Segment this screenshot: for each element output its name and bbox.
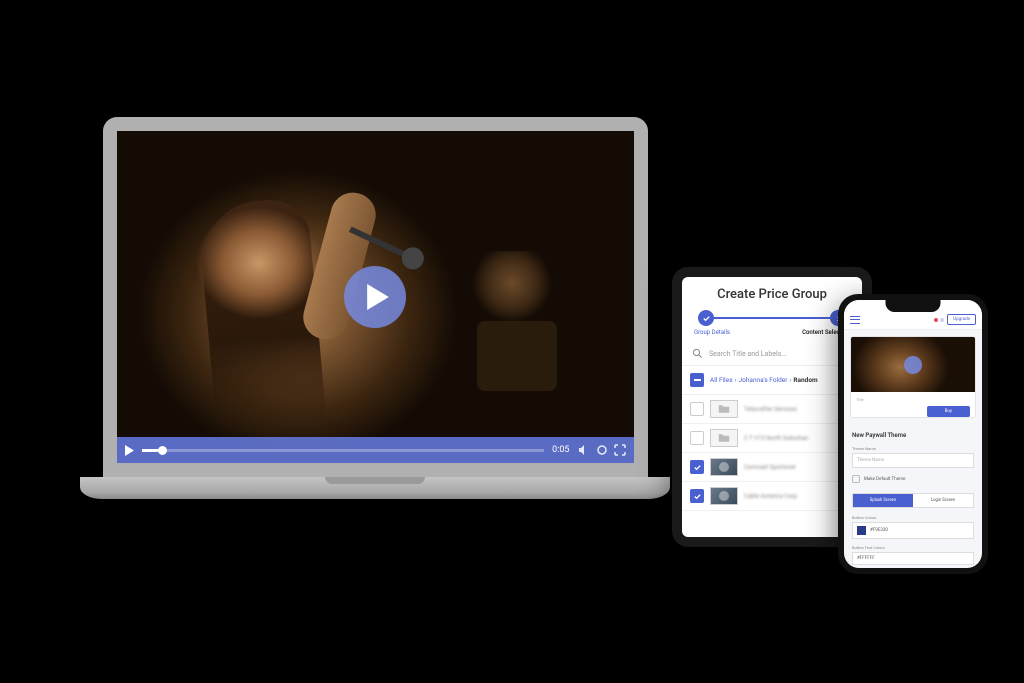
phone-notch: [886, 300, 941, 312]
colour-value: #F9E330: [870, 528, 888, 533]
search-placeholder: Search Title and Labels...: [709, 350, 787, 358]
progress-bar[interactable]: [142, 449, 545, 452]
make-default-checkbox[interactable]: [852, 475, 860, 483]
row-label: Comcast Sportsnet: [744, 464, 796, 471]
row-checkbox[interactable]: [690, 402, 704, 416]
breadcrumb-row: All Files › Johanna's Folder › Random: [682, 366, 862, 395]
volume-icon[interactable]: [578, 444, 590, 456]
row-label: C T V13 North Suburban: [744, 435, 808, 442]
make-default-label: Make Default Theme: [864, 477, 905, 482]
video-thumbnail[interactable]: [851, 337, 975, 392]
row-checkbox[interactable]: [690, 489, 704, 503]
folder-icon: [710, 429, 738, 447]
hamburger-icon[interactable]: [850, 316, 860, 324]
phone-screen: Upgrade Title Buy New Paywall Theme Them…: [844, 300, 982, 568]
video-title: Title: [856, 397, 970, 402]
row-label: Cable America Corp: [744, 493, 797, 500]
video-controls: 0:05: [117, 437, 634, 463]
list-item[interactable]: Comcast Sportsnet: [682, 453, 862, 482]
field-label: Button Colour: [852, 515, 974, 520]
button-colour-field: Button Colour #F9E330: [852, 515, 974, 539]
phone-mockup: Upgrade Title Buy New Paywall Theme Them…: [838, 294, 988, 574]
tab-login[interactable]: Login Screen: [913, 494, 973, 507]
laptop-bezel: 0:05: [103, 117, 648, 477]
row-label: Telecrafter Services: [744, 406, 797, 413]
button-text-colour-field: Button Text Colour #FFFFFF: [852, 545, 974, 565]
page-title: Create Price Group: [682, 277, 862, 310]
field-label: Button Text Colour: [852, 545, 974, 550]
step-connector: [714, 317, 830, 319]
section-title: New Paywall Theme: [844, 424, 982, 443]
buy-button[interactable]: Buy: [927, 406, 970, 417]
step-1-label: Group Details: [694, 329, 730, 336]
laptop-mockup: 0:05: [80, 117, 670, 517]
laptop-base: [80, 477, 670, 499]
play-button[interactable]: [344, 266, 406, 328]
video-preview-card: Title Buy: [850, 336, 976, 418]
step-1-dot[interactable]: [698, 310, 714, 326]
breadcrumb[interactable]: All Files › Johanna's Folder › Random: [710, 376, 818, 384]
colour-input[interactable]: #FFFFFF: [852, 552, 974, 565]
theme-name-field: Theme Name Theme Name: [852, 446, 974, 468]
controls-play-icon[interactable]: [125, 445, 134, 456]
search-input[interactable]: Search Title and Labels...: [682, 342, 862, 366]
stepper: 2: [682, 310, 862, 326]
settings-icon[interactable]: [596, 444, 608, 456]
colour-input[interactable]: #F9E330: [852, 522, 974, 539]
tablet-screen: Create Price Group 2 Group Details Conte…: [682, 277, 862, 537]
colour-value: #FFFFFF: [857, 556, 875, 561]
screen-tabs: Splash Screen Login Screen: [852, 493, 974, 508]
notification-badges[interactable]: [934, 318, 944, 322]
play-icon: [367, 284, 389, 310]
video-thumbnail: [710, 487, 738, 505]
row-checkbox[interactable]: [690, 431, 704, 445]
colour-swatch: [857, 526, 866, 535]
video-player[interactable]: 0:05: [117, 131, 634, 463]
video-thumbnail: [710, 458, 738, 476]
search-icon: [692, 348, 703, 359]
video-time: 0:05: [552, 445, 569, 455]
theme-name-input[interactable]: Theme Name: [852, 453, 974, 468]
upgrade-button[interactable]: Upgrade: [947, 314, 976, 325]
folder-icon: [710, 400, 738, 418]
make-default-row[interactable]: Make Default Theme: [852, 475, 974, 483]
check-icon: [702, 314, 711, 323]
list-item[interactable]: C T V13 North Suburban: [682, 424, 862, 453]
tab-splash[interactable]: Splash Screen: [853, 494, 913, 507]
fullscreen-icon[interactable]: [614, 444, 626, 456]
select-all-checkbox[interactable]: [690, 373, 704, 387]
list-item[interactable]: Cable America Corp: [682, 482, 862, 511]
field-label: Theme Name: [852, 446, 974, 451]
list-item[interactable]: Telecrafter Services: [682, 395, 862, 424]
row-checkbox[interactable]: [690, 460, 704, 474]
